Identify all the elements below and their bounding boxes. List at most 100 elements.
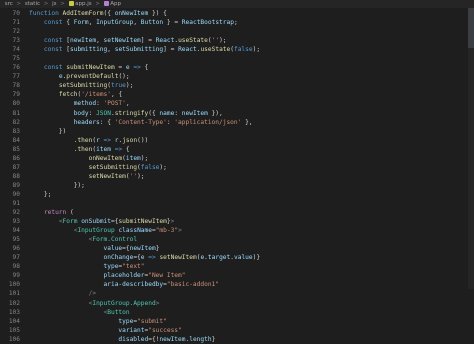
code-text: }): [29, 127, 66, 136]
code-line[interactable]: 73 const [newItem, setNewItem] = React.u…: [0, 36, 474, 45]
code-text: value={newItem}: [29, 244, 160, 253]
code-token: length: [189, 335, 212, 343]
code-line[interactable]: 78 setSubmitting(true);: [0, 81, 474, 90]
code-line[interactable]: 94 <InputGroup className="mb-3">: [0, 226, 474, 235]
line-number: 81: [12, 109, 20, 117]
code-token: .: [29, 136, 78, 144]
code-token: }: [155, 245, 160, 253]
breadcrumb-item-file[interactable]: app.js: [75, 0, 92, 8]
code-line[interactable]: 92 return (: [0, 208, 474, 217]
code-token: onChange: [103, 254, 134, 262]
code-token: ;: [233, 19, 238, 27]
code-token: fetch: [58, 91, 78, 99]
code-line[interactable]: 90 };: [0, 190, 474, 199]
code-text: setSubmitting(false);: [29, 163, 167, 172]
code-text: e.preventDefault();: [29, 72, 130, 81]
line-number: 70: [12, 10, 20, 17]
code-token: ,: [96, 37, 104, 45]
minimap[interactable]: [468, 8, 474, 289]
code-line[interactable]: 96 value={newItem}: [0, 244, 474, 253]
code-line[interactable]: 83 }): [0, 127, 474, 136]
code-line[interactable]: 88 setNewItem('');: [0, 172, 474, 181]
code-line[interactable]: 84 .then(r => r.json()): [0, 136, 474, 145]
code-line[interactable]: 82 headers: { 'Content-Type': 'applicati…: [0, 118, 474, 127]
code-line[interactable]: 98 type="text": [0, 262, 474, 271]
code-line[interactable]: 97 onChange={e => setNewItem(e.target.va…: [0, 253, 474, 262]
code-token: setSubmitting: [58, 82, 108, 90]
breadcrumb-separator: >: [43, 1, 49, 7]
line-number: 76: [12, 64, 20, 72]
breadcrumb-item-js[interactable]: js: [52, 0, 56, 8]
code-token: 'POST': [103, 100, 126, 108]
code-token: ,: [88, 19, 97, 27]
code-line[interactable]: 79 fetch('/items', {: [0, 90, 474, 99]
code-line[interactable]: 71 const { Form, InputGroup, Button } = …: [0, 18, 474, 27]
code-text: <Form.Control: [29, 235, 137, 244]
code-token: newItem: [129, 245, 156, 253]
code-line[interactable]: 80 method: 'POST',: [0, 99, 474, 108]
code-text: };: [29, 190, 51, 199]
code-line[interactable]: 93 <Form onSubmit={submitNewItem}>: [0, 217, 474, 226]
code-line[interactable]: 101 />: [0, 289, 474, 298]
code-line[interactable]: 91: [0, 199, 474, 208]
code-token: const: [43, 19, 67, 27]
code-line[interactable]: 70 function AddItemForm({ onNewItem }) {: [0, 9, 474, 18]
code-line[interactable]: 95 <Form.Control: [0, 235, 474, 244]
code-line[interactable]: 76 const submitNewItem = e => {: [0, 63, 474, 72]
code-line[interactable]: 106 disabled={!newItem.length}: [0, 335, 474, 344]
line-number: 103: [8, 308, 20, 316]
code-token: '/items': [81, 91, 111, 99]
js-file-icon: [68, 0, 74, 6]
code-line[interactable]: 100 aria-describedby="basic-addon1": [0, 280, 474, 289]
code-line[interactable]: 81 body: JSON.stringify({ name: newItem …: [0, 109, 474, 118]
code-token: InputGroup: [96, 19, 134, 27]
code-line[interactable]: 74 const [submitting, setSubmitting] = R…: [0, 45, 474, 54]
code-token: body: [73, 109, 89, 117]
code-token: },: [241, 118, 253, 126]
code-line[interactable]: 104 type="submit": [0, 317, 474, 326]
code-token: preventDefault: [66, 73, 119, 81]
code-token: ({: [148, 109, 160, 117]
code-token: );: [125, 82, 134, 90]
code-line[interactable]: 105 variant="success": [0, 326, 474, 335]
code-token: setNewItem: [159, 254, 197, 262]
code-token: )}: [252, 254, 261, 262]
code-token: React: [155, 37, 175, 45]
code-token: item: [96, 145, 111, 153]
breadcrumb-item-static[interactable]: static: [25, 0, 40, 8]
code-token: ReactBootstrap: [181, 19, 234, 27]
code-line[interactable]: 99 placeholder="New Item": [0, 271, 474, 280]
line-number: 97: [12, 254, 20, 262]
code-line[interactable]: 87 setSubmitting(false);: [0, 163, 474, 172]
code-token: {: [140, 64, 149, 72]
scrollbar-thumb[interactable]: [468, 8, 474, 48]
code-line[interactable]: 89 });: [0, 181, 474, 190]
code-line[interactable]: 77 e.preventDefault();: [0, 72, 474, 81]
code-token: InputGroup.Append: [92, 299, 156, 307]
code-token: variant: [118, 326, 145, 334]
code-line[interactable]: 75: [0, 54, 474, 63]
code-line[interactable]: 86 onNewItem(item);: [0, 154, 474, 163]
code-line[interactable]: 72: [0, 27, 474, 36]
code-text: const submitNewItem = e => {: [29, 63, 148, 72]
code-token: "text": [122, 263, 145, 271]
code-token: ] =: [140, 37, 156, 45]
code-token: );: [219, 37, 227, 45]
code-token: InputGroup: [77, 227, 115, 235]
code-line[interactable]: 103 <Button: [0, 308, 474, 317]
breadcrumb-item-src[interactable]: src: [5, 0, 13, 8]
code-line[interactable]: 102 <InputGroup.Append>: [0, 299, 474, 308]
code-editor[interactable]: 70 function AddItemForm({ onNewItem }) {7…: [0, 9, 474, 343]
breadcrumb-item-symbol[interactable]: App: [110, 0, 121, 8]
line-number: 104: [8, 317, 20, 325]
code-line[interactable]: 85 .then(item => {: [0, 145, 474, 154]
